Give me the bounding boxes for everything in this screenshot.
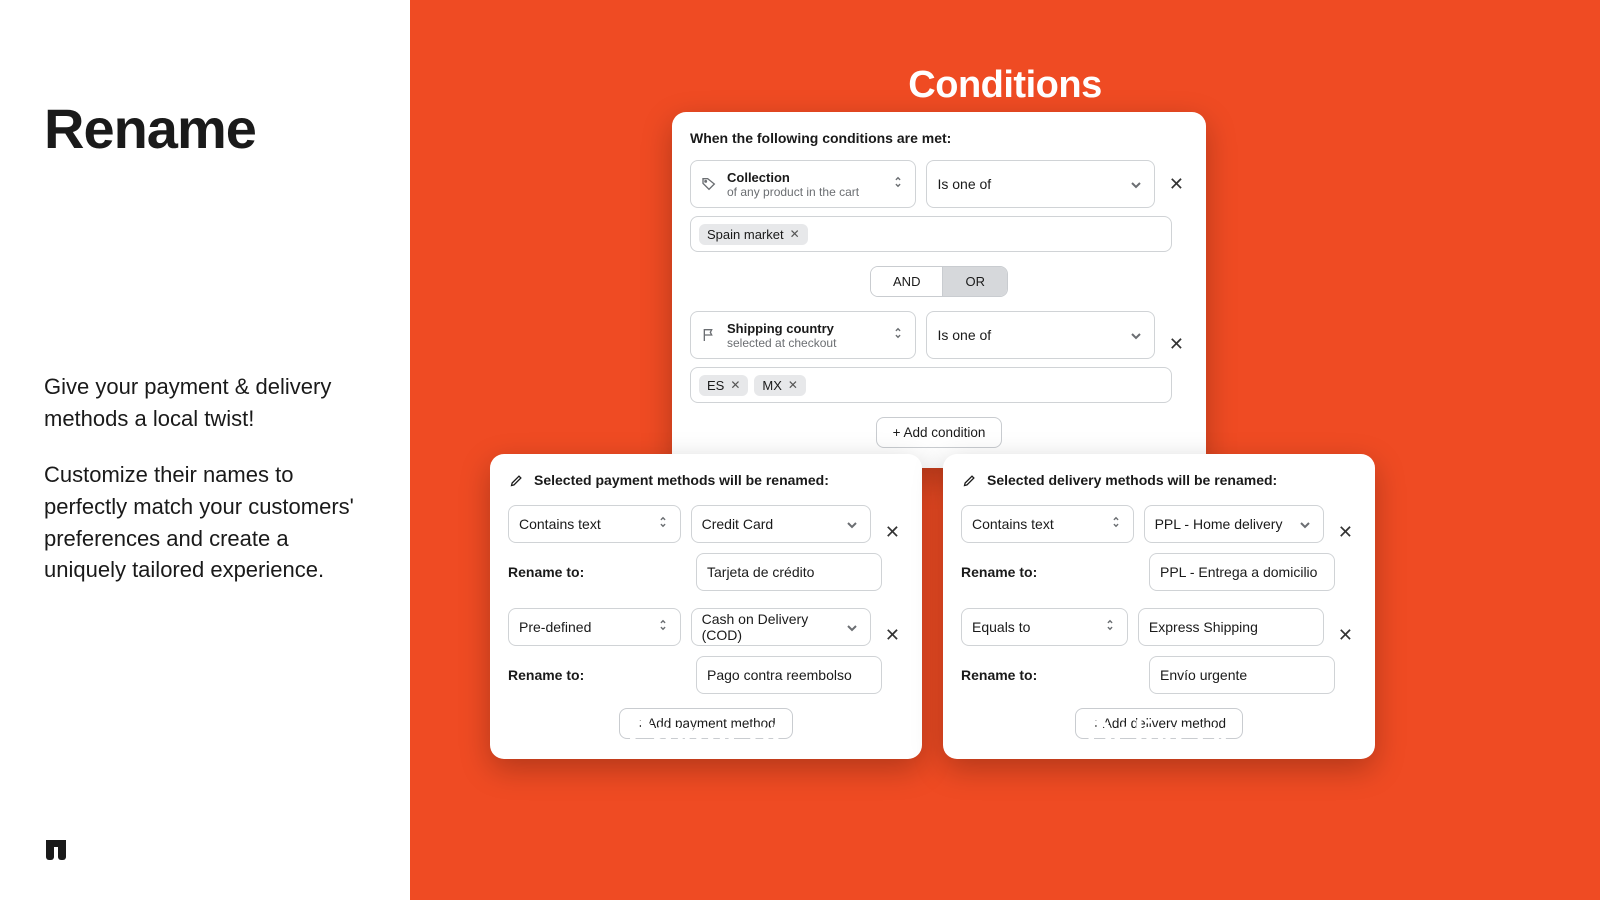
delivery-match-select[interactable]: Contains text (961, 505, 1134, 543)
chip-spain-market[interactable]: Spain market ✕ (699, 224, 808, 245)
remove-payment-row-button[interactable]: ✕ (881, 623, 904, 648)
tag-icon (701, 176, 717, 192)
chip-label: ES (707, 378, 724, 393)
logic-and-button[interactable]: AND (871, 267, 942, 296)
right-panel: Conditions When the following conditions… (410, 0, 1600, 900)
remove-delivery-row-button[interactable]: ✕ (1334, 520, 1357, 545)
desc-paragraph-1: Give your payment & delivery methods a l… (44, 371, 366, 435)
payment-rename-row-1: Rename to: (508, 553, 904, 591)
delivery-rename-row-1: Rename to: (961, 553, 1357, 591)
delivery-row-2: Equals to ✕ (961, 605, 1357, 648)
conditions-card: When the following conditions are met: C… (672, 112, 1206, 468)
updown-icon (658, 515, 670, 532)
delivery-rename-input[interactable] (1149, 656, 1335, 694)
rename-label: Rename to: (961, 667, 1139, 683)
chip-remove-icon[interactable]: ✕ (788, 378, 798, 392)
updown-icon (893, 175, 905, 194)
left-panel: Rename Give your payment & delivery meth… (0, 0, 410, 900)
chevron-down-icon (846, 619, 859, 635)
delivery-method-input[interactable] (1138, 608, 1324, 646)
logic-or-button[interactable]: OR (942, 267, 1007, 296)
chip-label: MX (762, 378, 782, 393)
payment-rename-row-2: Rename to: (508, 656, 904, 694)
match-label: Pre-defined (519, 619, 591, 635)
payment-method-select[interactable]: Cash on Delivery (COD) (691, 608, 871, 646)
delivery-method-select[interactable]: PPL - Home delivery (1144, 505, 1324, 543)
chevron-down-icon (846, 516, 860, 532)
rename-label: Rename to: (508, 667, 686, 683)
payment-rename-input[interactable] (696, 656, 882, 694)
delivery-row-1: Contains text PPL - Home delivery ✕ (961, 502, 1357, 545)
chip-label: Spain market (707, 227, 784, 242)
delivery-header-text: Selected delivery methods will be rename… (987, 472, 1277, 488)
delivery-rename-row-2: Rename to: (961, 656, 1357, 694)
chip-mx[interactable]: MX ✕ (754, 375, 806, 396)
method-label: Cash on Delivery (COD) (702, 611, 847, 643)
condition-row-1: Collection of any product in the cart Is… (690, 160, 1188, 208)
chevron-down-icon (1130, 327, 1144, 343)
match-label: Equals to (972, 619, 1030, 635)
delivery-match-select[interactable]: Equals to (961, 608, 1128, 646)
method-label: PPL - Home delivery (1155, 516, 1283, 532)
flag-icon (701, 327, 717, 343)
add-condition-button[interactable]: + Add condition (876, 417, 1003, 448)
rename-label: Rename to: (508, 564, 686, 580)
updown-icon (1111, 515, 1123, 532)
remove-condition-button[interactable]: ✕ (1165, 332, 1188, 357)
chip-remove-icon[interactable]: ✕ (730, 378, 740, 392)
chip-es[interactable]: ES ✕ (699, 375, 748, 396)
pencil-icon (961, 472, 977, 488)
delivery-rename-input[interactable] (1149, 553, 1335, 591)
conditions-intro: When the following conditions are met: (690, 130, 1188, 146)
chevron-down-icon (1299, 516, 1313, 532)
page-title: Rename (44, 96, 366, 161)
payment-card-header: Selected payment methods will be renamed… (508, 472, 904, 488)
section-title-delivery: Delivery (1086, 714, 1230, 757)
condition-attr-sub: of any product in the cart (727, 185, 883, 199)
condition-attribute-select[interactable]: Shipping country selected at checkout (690, 311, 916, 359)
remove-condition-button[interactable]: ✕ (1165, 172, 1188, 197)
section-title-conditions: Conditions (908, 64, 1101, 107)
payment-match-select[interactable]: Pre-defined (508, 608, 681, 646)
condition-attr-title: Collection (727, 170, 883, 185)
condition-attribute-select[interactable]: Collection of any product in the cart (690, 160, 916, 208)
condition-operator-select[interactable]: Is one of (926, 311, 1154, 359)
chevron-down-icon (1130, 176, 1144, 192)
section-title-payment: Payment (628, 714, 783, 757)
payment-rename-input[interactable] (696, 553, 882, 591)
payment-row-1: Contains text Credit Card ✕ (508, 502, 904, 545)
rename-label: Rename to: (961, 564, 1139, 580)
condition-row-2: Shipping country selected at checkout Is… (690, 311, 1188, 359)
payment-header-text: Selected payment methods will be renamed… (534, 472, 829, 488)
payment-row-2: Pre-defined Cash on Delivery (COD) ✕ (508, 605, 904, 648)
method-label: Credit Card (702, 516, 774, 532)
operator-label: Is one of (937, 327, 991, 343)
desc-paragraph-2: Customize their names to perfectly match… (44, 459, 366, 587)
pencil-icon (508, 472, 524, 488)
brand-logo (44, 836, 72, 864)
payment-method-select[interactable]: Credit Card (691, 505, 871, 543)
updown-icon (658, 618, 670, 635)
chip-remove-icon[interactable]: ✕ (790, 227, 800, 241)
updown-icon (893, 326, 905, 345)
payment-match-select[interactable]: Contains text (508, 505, 681, 543)
match-label: Contains text (972, 516, 1054, 532)
condition-1-values[interactable]: Spain market ✕ (690, 216, 1172, 252)
condition-attr-sub: selected at checkout (727, 336, 883, 350)
delivery-card-header: Selected delivery methods will be rename… (961, 472, 1357, 488)
condition-attr-title: Shipping country (727, 321, 883, 336)
operator-label: Is one of (937, 176, 991, 192)
condition-2-values[interactable]: ES ✕ MX ✕ (690, 367, 1172, 403)
updown-icon (1105, 618, 1117, 635)
remove-delivery-row-button[interactable]: ✕ (1334, 623, 1357, 648)
page-description: Give your payment & delivery methods a l… (44, 371, 366, 610)
remove-payment-row-button[interactable]: ✕ (881, 520, 904, 545)
match-label: Contains text (519, 516, 601, 532)
logic-toggle-group: AND OR (690, 266, 1188, 297)
condition-operator-select[interactable]: Is one of (926, 160, 1154, 208)
